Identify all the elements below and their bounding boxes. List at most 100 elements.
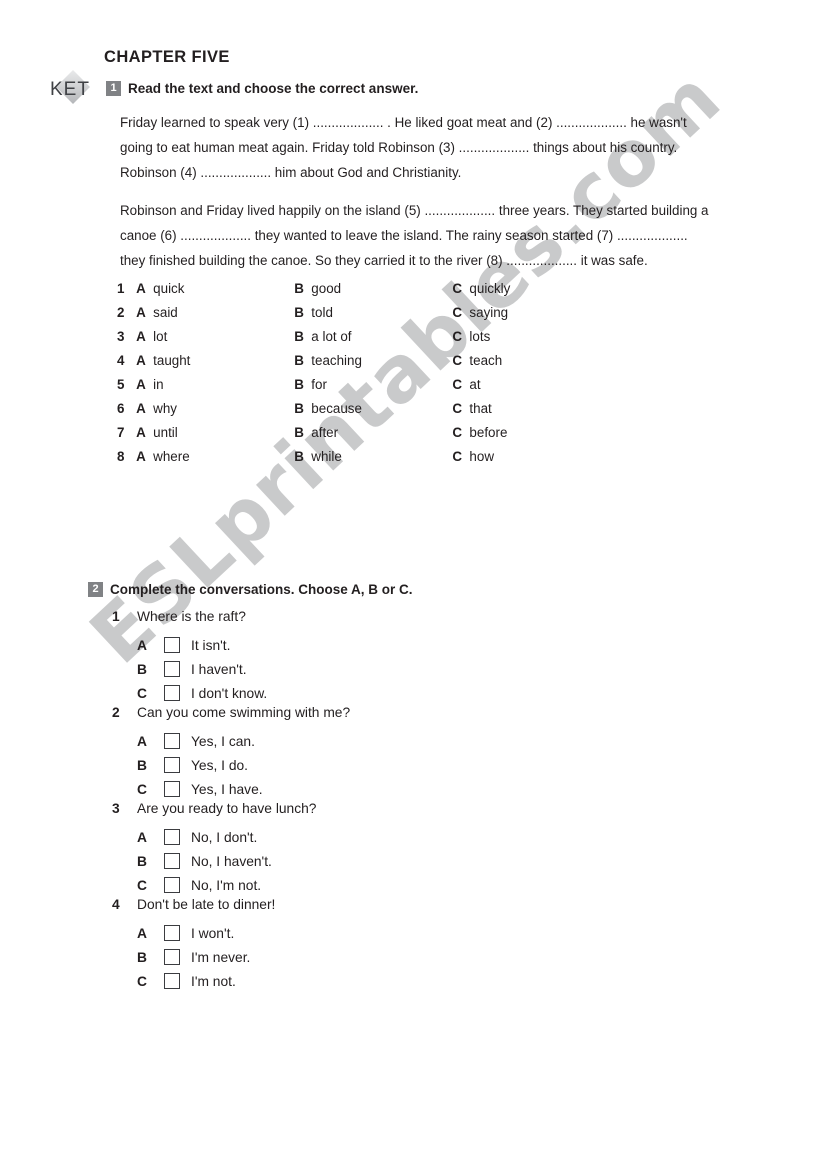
option-letter: B xyxy=(294,329,304,344)
question-line: 3 Are you ready to have lunch? xyxy=(112,801,532,825)
option-choice-b[interactable]: B because xyxy=(294,401,452,416)
option-text: why xyxy=(153,401,177,416)
answer-letter: C xyxy=(137,685,147,701)
question-prompt: Can you come swimming with me? xyxy=(137,705,351,720)
option-choice-a[interactable]: A where xyxy=(136,449,294,464)
answer-letter: A xyxy=(137,925,147,941)
answer-letter: B xyxy=(137,661,147,677)
question-number: 1 xyxy=(112,609,120,624)
answer-text: Yes, I do. xyxy=(191,757,249,773)
answer-checkbox[interactable] xyxy=(164,973,180,989)
answer-letter: C xyxy=(137,877,147,893)
option-choice-b[interactable]: B teaching xyxy=(294,353,452,368)
answer-option[interactable]: B Yes, I do. xyxy=(112,753,532,777)
reading-paragraph-1: Friday learned to speak very (1) .......… xyxy=(120,115,687,180)
option-choice-c[interactable]: C before xyxy=(452,425,577,440)
option-text: teach xyxy=(469,353,503,368)
answer-letter: A xyxy=(137,733,147,749)
option-choice-c[interactable]: C that xyxy=(452,401,577,416)
exercise-2-instruction: Complete the conversations. Choose A, B … xyxy=(110,582,413,597)
option-text: quick xyxy=(153,281,185,296)
option-letter: B xyxy=(294,353,304,368)
exercise-1-instruction: Read the text and choose the correct ans… xyxy=(128,81,419,96)
answer-option[interactable]: A No, I don't. xyxy=(112,825,532,849)
answer-letter: C xyxy=(137,781,147,797)
option-choice-a[interactable]: A until xyxy=(136,425,294,440)
question-line: 1 Where is the raft? xyxy=(112,609,532,633)
option-choice-a[interactable]: A in xyxy=(136,377,294,392)
answer-option[interactable]: B No, I haven't. xyxy=(112,849,532,873)
option-row: 4 A taught B teaching C teach xyxy=(117,353,577,377)
option-row: 1 A quick B good C quickly xyxy=(117,281,577,305)
answer-option[interactable]: A Yes, I can. xyxy=(112,729,532,753)
option-letter: C xyxy=(452,329,463,344)
option-choice-a[interactable]: A why xyxy=(136,401,294,416)
option-choice-a[interactable]: A quick xyxy=(136,281,294,296)
question-prompt: Where is the raft? xyxy=(137,609,246,624)
option-text: said xyxy=(153,305,178,320)
answer-option[interactable]: B I'm never. xyxy=(112,945,532,969)
option-letter: A xyxy=(136,353,146,368)
option-text: while xyxy=(311,449,342,464)
option-choice-b[interactable]: B told xyxy=(294,305,452,320)
option-row-number: 6 xyxy=(117,401,125,416)
option-choice-b[interactable]: B after xyxy=(294,425,452,440)
answer-checkbox[interactable] xyxy=(164,757,180,773)
answer-text: I'm never. xyxy=(191,949,251,965)
option-row-number: 8 xyxy=(117,449,125,464)
option-choice-c[interactable]: C quickly xyxy=(452,281,577,296)
answer-checkbox[interactable] xyxy=(164,661,180,677)
answer-checkbox[interactable] xyxy=(164,829,180,845)
option-text: lots xyxy=(469,329,491,344)
exercise-2-heading: 2 Complete the conversations. Choose A, B… xyxy=(88,582,413,597)
option-row: 7 A until B after C before xyxy=(117,425,577,449)
answer-checkbox[interactable] xyxy=(164,637,180,653)
option-letter: B xyxy=(294,401,304,416)
option-row: 6 A why B because C that xyxy=(117,401,577,425)
question-line: 2 Can you come swimming with me? xyxy=(112,705,532,729)
question-number: 4 xyxy=(112,897,120,912)
option-text: before xyxy=(469,425,508,440)
answer-checkbox[interactable] xyxy=(164,853,180,869)
option-text: until xyxy=(153,425,178,440)
option-text: told xyxy=(311,305,333,320)
option-row: 8 A where B while C how xyxy=(117,449,577,473)
option-choice-a[interactable]: A said xyxy=(136,305,294,320)
question-block: 3 Are you ready to have lunch? A No, I d… xyxy=(112,801,532,897)
option-choice-c[interactable]: C teach xyxy=(452,353,577,368)
option-choice-b[interactable]: B while xyxy=(294,449,452,464)
exercise-1-heading: 1 Read the text and choose the correct an… xyxy=(106,81,418,96)
answer-checkbox[interactable] xyxy=(164,733,180,749)
answer-option[interactable]: A It isn't. xyxy=(112,633,532,657)
option-letter: A xyxy=(136,281,146,296)
option-choice-c[interactable]: C at xyxy=(452,377,577,392)
option-choice-a[interactable]: A lot xyxy=(136,329,294,344)
answer-option[interactable]: C No, I'm not. xyxy=(112,873,532,897)
answer-text: Yes, I can. xyxy=(191,733,255,749)
answer-option[interactable]: A I won't. xyxy=(112,921,532,945)
option-choice-b[interactable]: B a lot of xyxy=(294,329,452,344)
answer-checkbox[interactable] xyxy=(164,781,180,797)
answer-text: Yes, I have. xyxy=(191,781,263,797)
option-choice-c[interactable]: C how xyxy=(452,449,577,464)
answer-checkbox[interactable] xyxy=(164,685,180,701)
option-choice-b[interactable]: B for xyxy=(294,377,452,392)
option-text: in xyxy=(153,377,164,392)
answer-letter: A xyxy=(137,637,147,653)
answer-option[interactable]: C I don't know. xyxy=(112,681,532,705)
option-text: at xyxy=(469,377,481,392)
answer-checkbox[interactable] xyxy=(164,949,180,965)
answer-checkbox[interactable] xyxy=(164,925,180,941)
answer-option[interactable]: B I haven't. xyxy=(112,657,532,681)
exercise-1-options-table: 1 A quick B good C quickly 2 A said B to… xyxy=(117,281,577,473)
option-choice-b[interactable]: B good xyxy=(294,281,452,296)
answer-option[interactable]: C Yes, I have. xyxy=(112,777,532,801)
answer-option[interactable]: C I'm not. xyxy=(112,969,532,993)
option-choice-c[interactable]: C saying xyxy=(452,305,577,320)
answer-checkbox[interactable] xyxy=(164,877,180,893)
option-letter: A xyxy=(136,305,146,320)
ket-logo: KET xyxy=(50,70,102,105)
exercise-2-questions: 1 Where is the raft? A It isn't. B I hav… xyxy=(112,609,532,993)
option-choice-a[interactable]: A taught xyxy=(136,353,294,368)
option-choice-c[interactable]: C lots xyxy=(452,329,577,344)
